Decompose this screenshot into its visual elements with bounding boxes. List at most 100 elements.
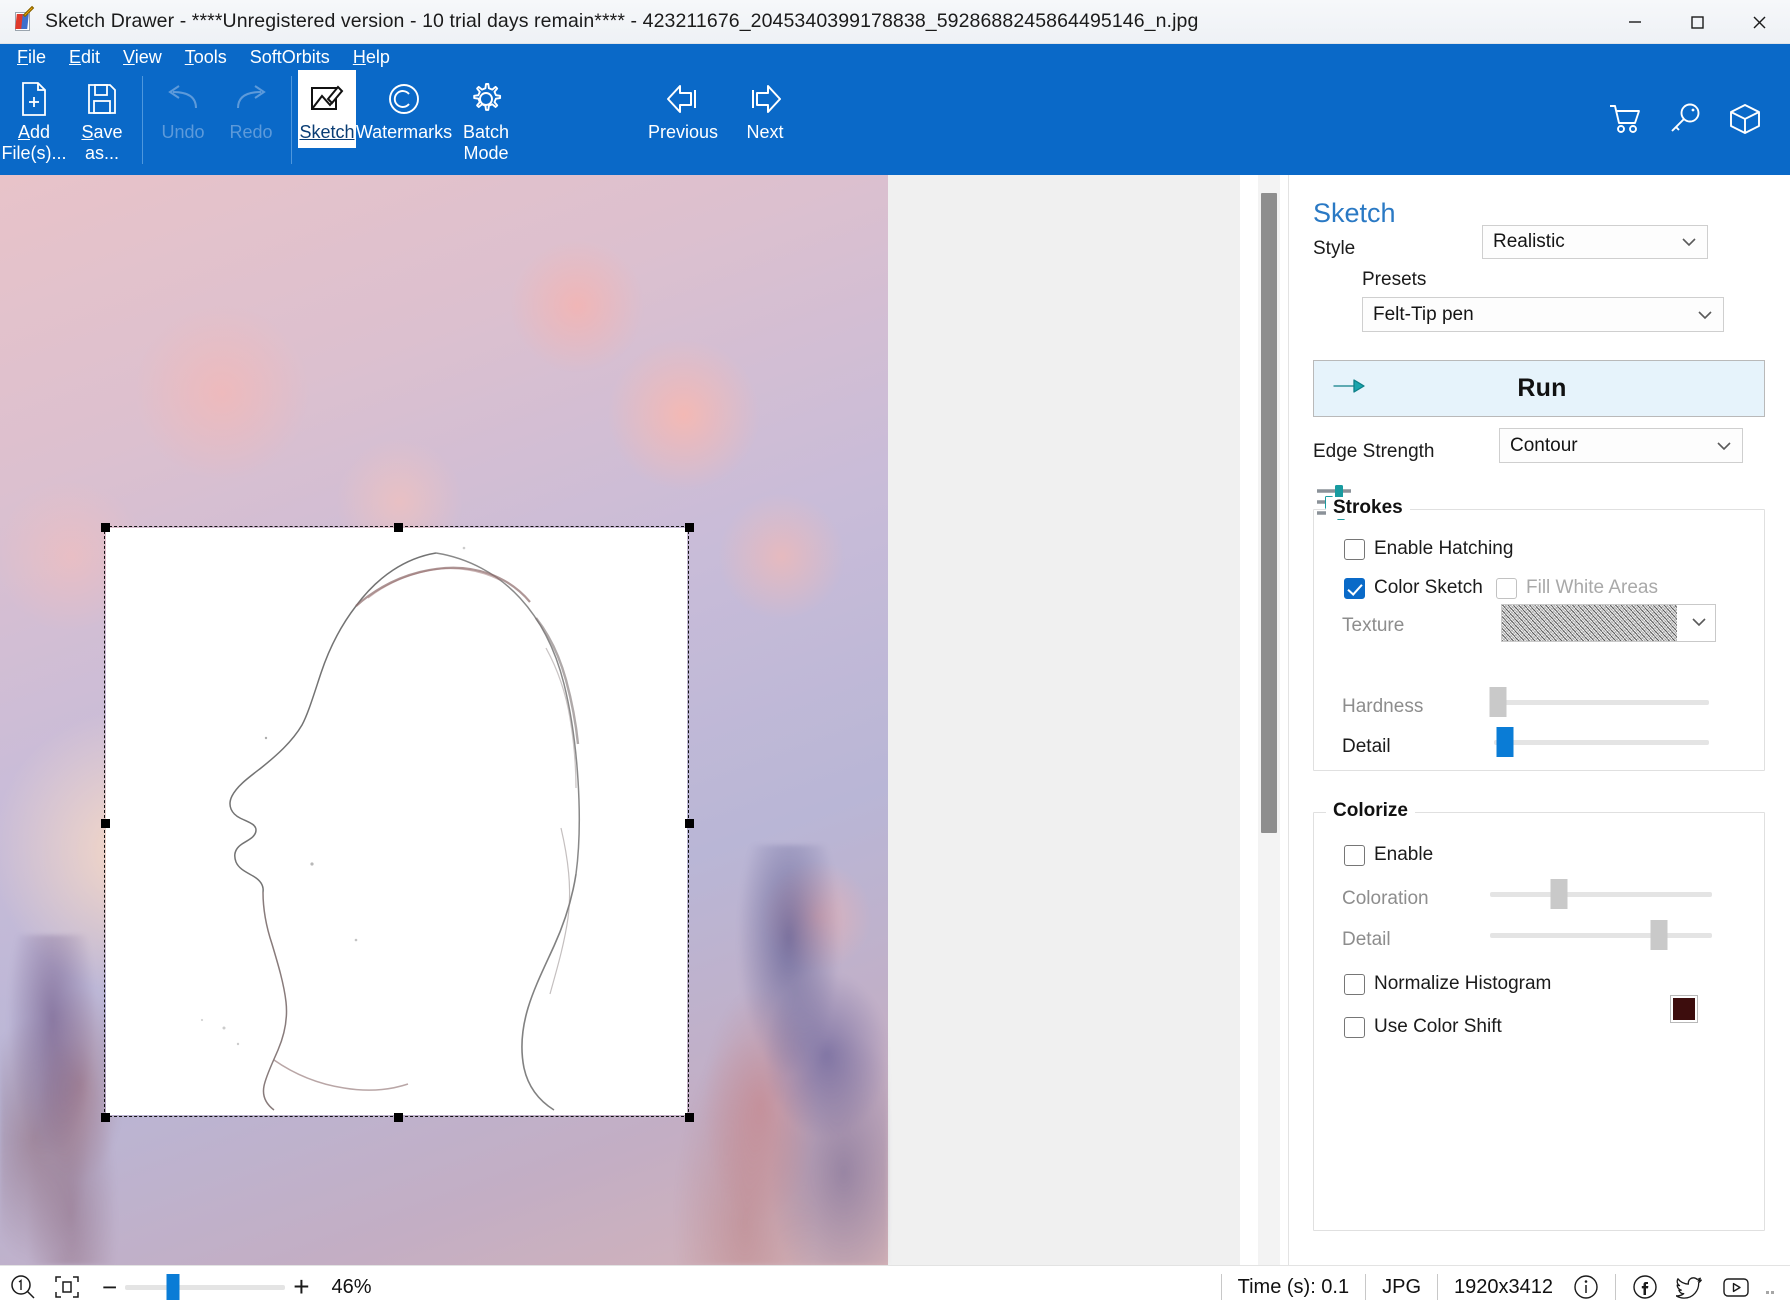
status-bar-right: Time (s): 0.1 JPG 1920x3412 — [1205, 1274, 1790, 1300]
zoom-in-button[interactable]: + — [293, 1273, 309, 1301]
window-controls — [1604, 0, 1790, 44]
facebook-icon[interactable] — [1632, 1274, 1658, 1300]
zoom-slider-thumb[interactable] — [166, 1274, 180, 1300]
zoom-out-button[interactable]: − — [102, 1274, 117, 1300]
checkbox-box — [1344, 844, 1365, 866]
slider-track — [1494, 700, 1709, 705]
copyright-icon — [386, 78, 422, 120]
status-divider — [1615, 1274, 1616, 1300]
color-sketch-checkbox[interactable]: Color Sketch — [1344, 577, 1483, 599]
minimize-button[interactable] — [1604, 0, 1666, 44]
canvas-vertical-scrollbar[interactable] — [1258, 175, 1280, 1265]
redo-label: Redo — [229, 122, 273, 142]
hardness-slider[interactable] — [1489, 687, 1709, 717]
info-icon[interactable] — [1573, 1274, 1599, 1300]
coloration-label: Coloration — [1342, 888, 1429, 909]
slider-track — [1490, 933, 1712, 938]
menu-tools-rest: ools — [193, 47, 227, 67]
sketch-button[interactable]: Sketch — [298, 70, 356, 148]
menu-edit[interactable]: Edit — [69, 46, 100, 68]
zoom-actual-size-icon[interactable] — [10, 1274, 36, 1300]
slider-thumb[interactable] — [1489, 687, 1507, 717]
normalize-histogram-label: Normalize Histogram — [1374, 973, 1552, 994]
youtube-icon[interactable] — [1722, 1275, 1750, 1299]
sketch-settings-panel: Sketch Style Realistic Presets Felt-Tip … — [1288, 175, 1790, 1265]
next-button[interactable]: Next — [731, 70, 799, 168]
maximize-button[interactable] — [1666, 0, 1728, 44]
strokes-detail-slider[interactable] — [1494, 727, 1709, 757]
use-color-shift-label: Use Color Shift — [1374, 1016, 1502, 1037]
key-icon[interactable] — [1668, 102, 1702, 136]
fit-to-window-icon[interactable] — [54, 1275, 80, 1299]
checkbox-box — [1496, 577, 1517, 599]
toolbar-right-icons — [1608, 70, 1790, 168]
dimensions-label: 1920x3412 — [1454, 1275, 1553, 1298]
box-icon[interactable] — [1728, 102, 1762, 136]
coloration-slider[interactable] — [1490, 879, 1712, 909]
redo-button[interactable]: Redo — [217, 70, 285, 168]
menu-edit-rest: dit — [81, 47, 101, 67]
style-label-row: Style — [1313, 238, 1355, 260]
panel-title: Sketch — [1313, 198, 1396, 228]
texture-label: Texture — [1342, 615, 1405, 636]
presets-label: Presets — [1362, 269, 1427, 290]
previous-button[interactable]: Previous — [635, 70, 731, 168]
undo-button[interactable]: Undo — [149, 70, 217, 168]
color-shift-swatch[interactable] — [1670, 995, 1698, 1023]
run-label: Run — [1517, 374, 1567, 402]
scrollbar-thumb[interactable] — [1261, 193, 1277, 833]
twitter-icon[interactable] — [1676, 1274, 1704, 1300]
chevron-down-icon — [1697, 304, 1713, 326]
save-icon — [86, 78, 118, 120]
watermarks-button[interactable]: Watermarks — [356, 70, 452, 168]
resize-grip[interactable] — [1760, 1280, 1774, 1294]
use-color-shift-checkbox[interactable]: Use Color Shift — [1344, 1016, 1502, 1038]
close-button[interactable] — [1728, 0, 1790, 44]
undo-label: Undo — [161, 122, 205, 142]
add-files-button[interactable]: Add File(s)... — [0, 70, 68, 168]
run-button[interactable]: Run — [1313, 360, 1765, 417]
add-files-label: Add File(s)... — [1, 122, 67, 163]
photo-foreground-right — [668, 845, 888, 1265]
batch-mode-button[interactable]: Batch Mode — [452, 70, 520, 168]
save-as-button[interactable]: Save as... — [68, 70, 136, 168]
watermarks-label: Watermarks — [355, 122, 453, 142]
presets-dropdown[interactable]: Felt-Tip pen — [1362, 297, 1724, 332]
cart-icon[interactable] — [1608, 102, 1642, 136]
normalize-histogram-checkbox[interactable]: Normalize Histogram — [1344, 973, 1551, 995]
fill-white-areas-checkbox[interactable]: Fill White Areas — [1496, 577, 1658, 599]
colorize-detail-slider[interactable] — [1490, 920, 1712, 950]
style-dropdown[interactable]: Realistic — [1482, 225, 1708, 259]
sketch-icon — [310, 78, 344, 120]
enable-hatching-checkbox[interactable]: Enable Hatching — [1344, 538, 1513, 560]
hardness-label: Hardness — [1342, 696, 1424, 717]
colorize-group-title: Colorize — [1326, 800, 1415, 822]
menu-file-rest: ile — [28, 47, 47, 67]
detail-label-row: Detail — [1342, 736, 1391, 758]
presets-label-row: Presets — [1362, 269, 1426, 291]
chevron-down-icon — [1681, 231, 1697, 253]
zoom-percent-label: 46% — [331, 1275, 372, 1298]
menu-bar: File Edit View Tools SoftOrbits Help — [0, 44, 1790, 70]
edge-strength-dropdown[interactable]: Contour — [1499, 428, 1743, 463]
menu-file[interactable]: File — [17, 46, 46, 68]
slider-thumb[interactable] — [1496, 727, 1514, 757]
menu-view-rest: iew — [134, 47, 162, 67]
zoom-slider-track — [125, 1285, 286, 1290]
menu-softorbits[interactable]: SoftOrbits — [250, 46, 330, 68]
add-file-icon — [18, 78, 50, 120]
colorize-enable-checkbox[interactable]: Enable — [1344, 844, 1433, 866]
image-canvas[interactable] — [0, 175, 1240, 1265]
edge-strength-label-row: Edge Strength — [1313, 441, 1434, 463]
menu-view[interactable]: View — [123, 46, 162, 68]
menu-tools[interactable]: Tools — [185, 46, 227, 68]
menu-help-rest: elp — [365, 47, 390, 67]
slider-thumb[interactable] — [1650, 920, 1668, 950]
slider-thumb[interactable] — [1550, 879, 1568, 909]
enable-hatching-label: Enable Hatching — [1374, 538, 1514, 559]
gear-icon — [468, 78, 504, 120]
strokes-group: Strokes Enable Hatching Color Sketch Fil… — [1313, 497, 1765, 771]
texture-dropdown[interactable] — [1501, 604, 1716, 642]
zoom-slider[interactable] — [125, 1274, 286, 1300]
menu-help[interactable]: Help — [353, 46, 390, 68]
